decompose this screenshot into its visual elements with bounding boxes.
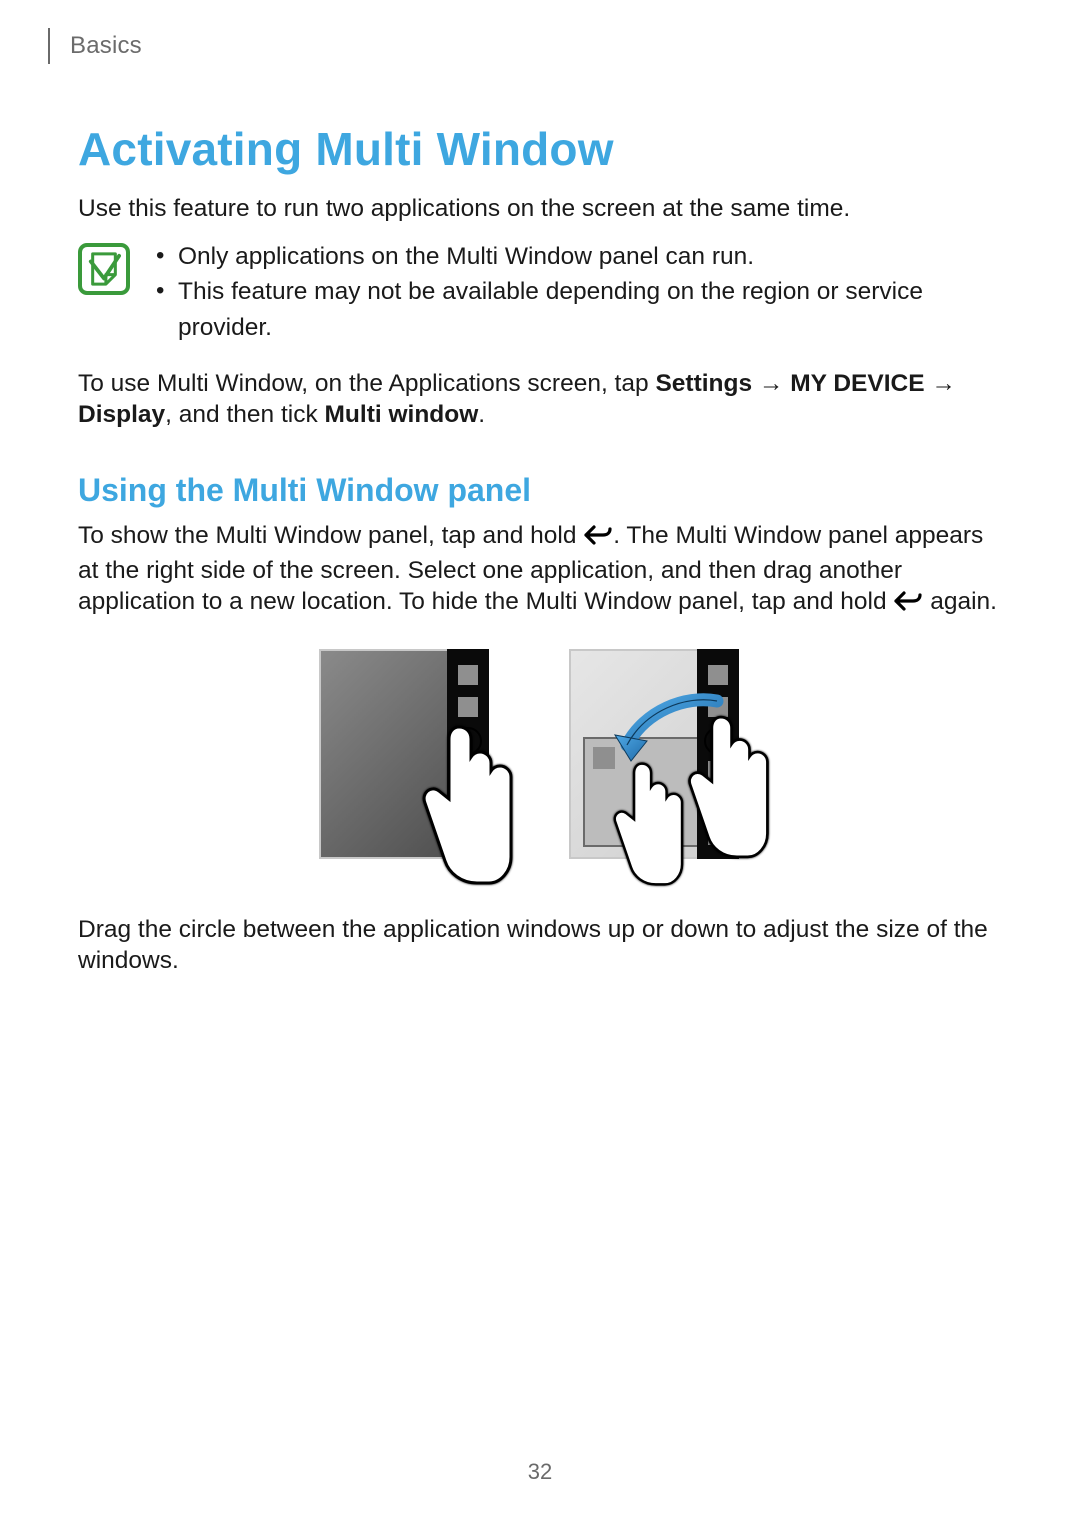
chapter-label: Basics xyxy=(70,32,142,60)
display-label: Display xyxy=(78,401,165,428)
text: again. xyxy=(923,588,997,615)
arrow-icon: → xyxy=(752,370,790,397)
page-title: Activating Multi Window xyxy=(78,122,1002,176)
note-list: Only applications on the Multi Window pa… xyxy=(150,239,1002,346)
hand-icon xyxy=(609,759,687,894)
figure-drag-app xyxy=(569,649,761,883)
intro-text: Use this feature to run two applications… xyxy=(78,194,1002,225)
settings-label: Settings xyxy=(655,370,752,397)
back-icon xyxy=(583,523,613,556)
note-block: Only applications on the Multi Window pa… xyxy=(78,239,1002,346)
panel-slot xyxy=(458,665,478,685)
panel-slot xyxy=(708,665,728,685)
panel-slot xyxy=(458,697,478,717)
hand-icon xyxy=(419,721,515,894)
prerequisite-text: To use Multi Window, on the Applications… xyxy=(78,369,1002,430)
page-number: 32 xyxy=(0,1459,1080,1485)
panel-instructions: To show the Multi Window panel, tap and … xyxy=(78,521,1002,621)
manual-page: Basics Activating Multi Window Use this … xyxy=(0,0,1080,1527)
drag-hint-text: Drag the circle between the application … xyxy=(78,915,1002,976)
multiwindow-label: Multi window xyxy=(325,401,479,428)
hand-icon xyxy=(685,707,771,872)
arrow-icon: → xyxy=(925,370,956,397)
figure-row xyxy=(78,649,1002,883)
back-icon xyxy=(893,589,923,622)
text: . xyxy=(478,401,485,428)
text: To show the Multi Window panel, tap and … xyxy=(78,522,583,549)
note-icon xyxy=(78,243,130,295)
note-item: Only applications on the Multi Window pa… xyxy=(150,239,1002,275)
subheading: Using the Multi Window panel xyxy=(78,472,1002,509)
note-item: This feature may not be available depend… xyxy=(150,274,1002,345)
text: To use Multi Window, on the Applications… xyxy=(78,370,655,397)
page-header: Basics xyxy=(78,28,1002,64)
text: , and then tick xyxy=(165,401,324,428)
figure-tap-panel xyxy=(319,649,511,883)
mydevice-label: MY DEVICE xyxy=(790,370,924,397)
header-divider xyxy=(48,28,50,64)
